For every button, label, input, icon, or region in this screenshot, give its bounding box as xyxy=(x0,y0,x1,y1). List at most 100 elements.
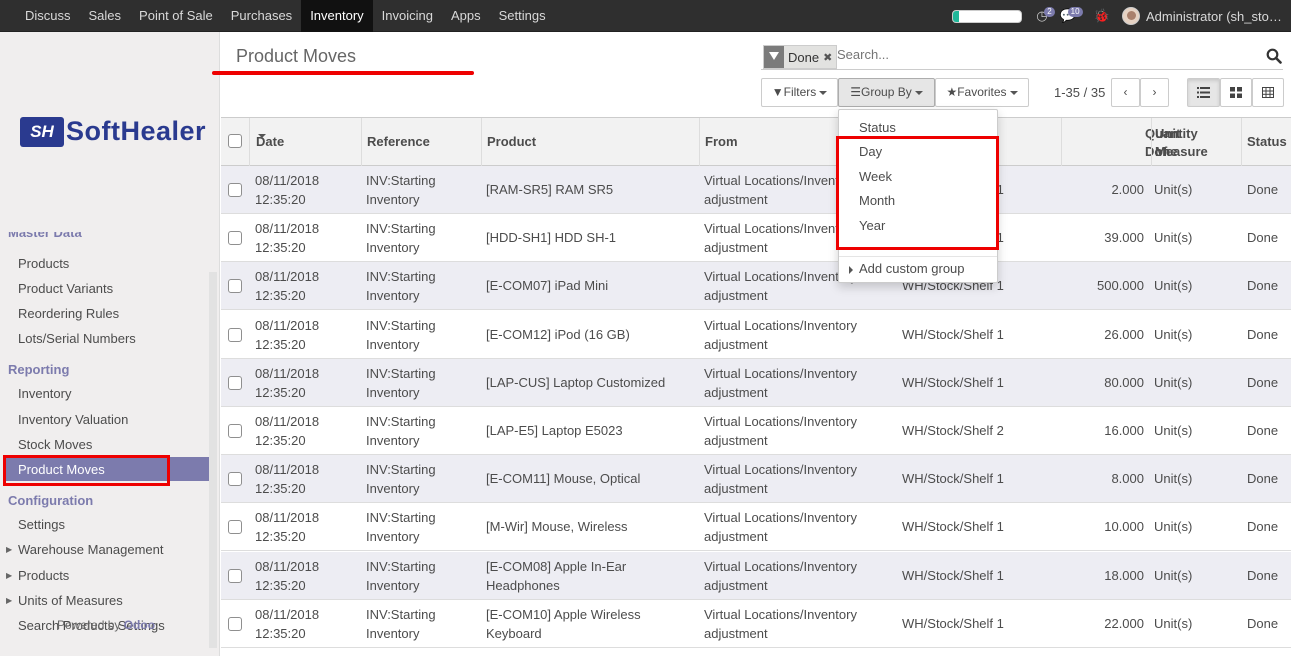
column-product[interactable]: Product xyxy=(481,118,699,166)
table-row[interactable]: 08/11/2018 12:35:20 INV:Starting Inventory [… xyxy=(221,214,1291,263)
caret-right-icon[interactable]: ▶ xyxy=(6,545,12,554)
table-row[interactable]: 08/11/2018 12:35:20 INV:Starting Inventory [… xyxy=(221,166,1291,214)
pager-previous-button[interactable]: ‹ xyxy=(1111,78,1140,107)
row-checkbox[interactable] xyxy=(228,568,242,583)
messages-icon[interactable]: 💬 10 xyxy=(1060,7,1083,24)
sidebar-item-lots-serial-numbers[interactable]: Lots/Serial Numbers xyxy=(18,331,136,346)
table-row[interactable]: 08/11/2018 12:35:20 INV:Starting Inventory [… xyxy=(221,455,1291,504)
row-checkbox[interactable] xyxy=(228,231,242,246)
row-checkbox[interactable] xyxy=(228,472,242,487)
chevron-right-icon: › xyxy=(1152,85,1157,99)
cell-reference-text: INV:Starting xyxy=(366,510,436,526)
row-checkbox[interactable] xyxy=(228,183,242,197)
cell-uom: Unit(s) xyxy=(1154,469,1192,488)
row-checkbox[interactable] xyxy=(228,424,242,438)
cell-quantity: 80.000 xyxy=(1104,373,1144,392)
cell-date: 08/11/2018 12:35:20 xyxy=(255,219,319,257)
sidebar-item-inventory-valuation[interactable]: Inventory Valuation xyxy=(18,412,128,427)
sidebar-item-stock-moves[interactable]: Stock Moves xyxy=(18,437,92,452)
activity-icon[interactable]: ◷ 2 xyxy=(1036,7,1055,24)
cell-from-text: adjustment xyxy=(704,625,768,641)
table-row[interactable]: 08/11/2018 12:35:20 INV:Starting Inventory [… xyxy=(221,311,1291,359)
avatar[interactable] xyxy=(1122,7,1140,25)
menu-invoicing[interactable]: Invoicing xyxy=(373,0,442,32)
cell-status-text: Done xyxy=(1247,278,1279,294)
row-checkbox[interactable] xyxy=(228,327,242,342)
cell-from-text: Virtual Locations/Inventory xyxy=(704,317,857,333)
select-all-checkbox[interactable] xyxy=(228,134,242,148)
table-row[interactable]: 08/11/2018 12:35:20 INV:Starting Inventory [… xyxy=(221,407,1291,455)
column-reference[interactable]: Reference xyxy=(361,118,481,166)
powered-by-brand[interactable]: Odoo xyxy=(124,618,155,632)
cell-date: 08/11/2018 12:35:20 xyxy=(255,171,319,209)
highlight-underline xyxy=(212,71,474,75)
pivot-view-button[interactable] xyxy=(1252,78,1284,107)
row-checkbox[interactable] xyxy=(228,375,242,390)
cell-quantity-text: 39.000 xyxy=(1104,230,1144,246)
kanban-view-button[interactable] xyxy=(1220,78,1252,107)
cell-uom: Unit(s) xyxy=(1154,421,1192,440)
cell-to: WH/Stock/Shelf 1 xyxy=(902,469,1004,488)
table-row[interactable]: 08/11/2018 12:35:20 INV:Starting Inventory [… xyxy=(221,358,1291,407)
column-product-label: Product xyxy=(487,134,537,149)
cell-product: [E-COM07] iPad Mini xyxy=(486,276,608,295)
sidebar-item-products[interactable]: Products xyxy=(18,256,69,271)
groupby-button[interactable]: ☰Group By xyxy=(838,78,935,107)
pager-next-button[interactable]: › xyxy=(1140,78,1169,107)
search-icon[interactable] xyxy=(1266,48,1282,64)
menu-point-of-sale[interactable]: Point of Sale xyxy=(130,0,222,32)
groupby-status[interactable]: Status xyxy=(859,120,896,135)
cell-quantity-text: 80.000 xyxy=(1104,374,1144,390)
menu-purchases[interactable]: Purchases xyxy=(222,0,301,32)
sidebar-config-settings[interactable]: Settings xyxy=(18,517,65,532)
sidebar-item-inventory[interactable]: Inventory xyxy=(18,386,71,401)
table-row[interactable]: 08/11/2018 12:35:20 INV:Starting Inventory [… xyxy=(221,551,1291,600)
table-row[interactable]: 08/11/2018 12:35:20 INV:Starting Inventory [… xyxy=(221,600,1291,648)
caret-right-icon[interactable]: ▶ xyxy=(6,596,12,605)
sidebar-config-products[interactable]: Products xyxy=(18,568,69,583)
powered-by-label: Powered by xyxy=(57,618,121,632)
menu-discuss[interactable]: Discuss xyxy=(16,0,80,32)
row-checkbox[interactable] xyxy=(228,616,242,631)
row-checkbox[interactable] xyxy=(228,520,242,535)
star-icon: ★ xyxy=(946,85,958,99)
cell-uom-text: Unit(s) xyxy=(1154,182,1193,197)
table-row[interactable]: 08/11/2018 12:35:20 INV:Starting Inventory [… xyxy=(221,262,1291,311)
column-date[interactable]: Date xyxy=(249,118,361,166)
cell-reference-text: Inventory xyxy=(366,577,420,593)
sidebar-item-reordering-rules[interactable]: Reordering Rules xyxy=(18,306,119,321)
sidebar-scrollbar[interactable] xyxy=(209,272,217,648)
cell-reference: INV:Starting Inventory xyxy=(366,460,436,498)
powered-by: Powered by Odoo xyxy=(57,618,155,632)
pager-value[interactable]: 1-35 / 35 xyxy=(1054,85,1105,100)
user-menu[interactable]: Administrator (sh_stock_ xyxy=(1146,9,1286,24)
cell-status-text: Done xyxy=(1247,374,1279,390)
row-checkbox[interactable] xyxy=(228,279,242,294)
column-status[interactable]: Status xyxy=(1241,118,1291,166)
cell-date: 08/11/2018 12:35:20 xyxy=(255,460,319,498)
search-input[interactable] xyxy=(837,47,1237,62)
cell-from-text: adjustment xyxy=(704,433,768,448)
filters-button[interactable]: ▼Filters xyxy=(761,78,838,107)
cell-date: 08/11/2018 12:35:20 xyxy=(255,605,319,643)
favorites-button[interactable]: ★Favorites xyxy=(935,78,1029,107)
cell-product-text: [E-COM07] iPad Mini xyxy=(486,278,609,294)
cell-reference-text: INV:Starting xyxy=(366,414,436,429)
table-row[interactable]: 08/11/2018 12:35:20 INV:Starting Inventory [… xyxy=(221,503,1291,552)
sidebar-item-product-variants[interactable]: Product Variants xyxy=(18,281,113,296)
cell-date-text: 08/11/2018 xyxy=(255,365,320,381)
menu-inventory[interactable]: Inventory xyxy=(301,0,373,32)
column-quantity-done[interactable]: Quantity Done xyxy=(1061,118,1198,166)
column-uom[interactable]: Unit of Measure xyxy=(1151,118,1241,166)
menu-sales[interactable]: Sales xyxy=(80,0,131,32)
sidebar-config-units-of-measures[interactable]: Units of Measures xyxy=(18,593,123,608)
debug-bug-icon[interactable]: 🐞 xyxy=(1094,8,1110,24)
sidebar-config-warehouse-management[interactable]: Warehouse Management xyxy=(18,542,164,557)
menu-settings[interactable]: Settings xyxy=(490,0,555,32)
menu-apps[interactable]: Apps xyxy=(442,0,490,32)
caret-right-icon[interactable]: ▶ xyxy=(6,571,12,580)
progress-bar[interactable] xyxy=(952,9,1023,23)
add-custom-group[interactable]: Add custom group xyxy=(849,261,965,276)
list-view-button[interactable] xyxy=(1187,78,1220,107)
facet-remove-icon[interactable]: ✖ xyxy=(823,51,832,64)
